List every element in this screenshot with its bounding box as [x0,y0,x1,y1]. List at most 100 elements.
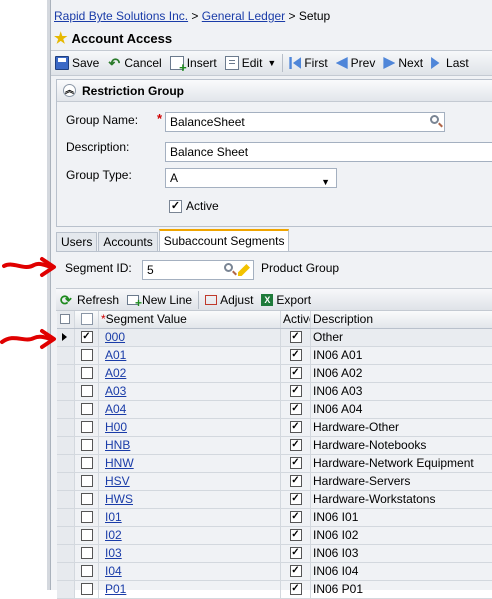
active-cell[interactable]: ✓ [281,563,311,580]
description-cell[interactable]: IN06 I04 [311,563,492,580]
row-select-checkbox[interactable] [80,529,93,541]
active-cell[interactable]: ✓ [281,401,311,418]
segment-value-link[interactable]: I02 [105,528,122,542]
row-select-checkbox[interactable] [80,547,93,559]
segment-value-link[interactable]: HNB [105,438,130,452]
segment-value-link[interactable]: I01 [105,510,122,524]
row-selector[interactable] [57,545,75,562]
description-cell[interactable]: Hardware-Network Equipment [311,455,492,472]
table-row[interactable]: A04 ✓ IN06 A04 [57,401,492,419]
last-button[interactable]: Last [427,52,473,74]
active-checkbox[interactable]: ✓ [289,547,302,559]
segment-value-cell[interactable]: 000 [99,329,281,346]
edit-button[interactable]: Edit ▼ [221,52,281,74]
row-selector[interactable] [57,527,75,544]
segment-value-link[interactable]: 000 [105,330,125,344]
table-row[interactable]: A01 ✓ IN06 A01 [57,347,492,365]
description-cell[interactable]: Hardware-Other [311,419,492,436]
segment-value-link[interactable]: P01 [105,582,126,596]
row-select-checkbox[interactable] [80,475,93,487]
description-cell[interactable]: IN06 A04 [311,401,492,418]
segment-value-cell[interactable]: A02 [99,365,281,382]
active-checkbox-group[interactable]: ✓ Active [169,199,219,213]
active-checkbox[interactable]: ✓ [289,583,302,595]
active-checkbox[interactable]: ✓ [289,331,302,343]
table-row[interactable]: A02 ✓ IN06 A02 [57,365,492,383]
active-cell[interactable]: ✓ [281,329,311,346]
table-row[interactable]: HNW ✓ Hardware-Network Equipment [57,455,492,473]
segment-value-cell[interactable]: A03 [99,383,281,400]
table-row[interactable]: A03 ✓ IN06 A03 [57,383,492,401]
segment-value-cell[interactable]: I02 [99,527,281,544]
row-select-cell[interactable] [75,509,99,526]
row-select-cell[interactable] [75,455,99,472]
row-selector[interactable] [57,563,75,580]
segment-value-cell[interactable]: HSV [99,473,281,490]
adjust-button[interactable]: Adjust [201,289,257,311]
row-select-checkbox[interactable] [80,457,93,469]
segment-value-link[interactable]: HNW [105,456,134,470]
row-select-checkbox[interactable] [80,493,93,505]
segment-value-cell[interactable]: A01 [99,347,281,364]
active-checkbox[interactable]: ✓ [289,421,302,433]
row-select-cell[interactable]: ✓ [75,329,99,346]
row-select-cell[interactable] [75,437,99,454]
search-icon[interactable] [430,115,439,124]
table-row[interactable]: HWS ✓ Hardware-Workstatons [57,491,492,509]
row-select-checkbox[interactable] [80,367,93,379]
select-all-header[interactable] [75,311,99,328]
row-select-cell[interactable] [75,383,99,400]
table-row[interactable]: I03 ✓ IN06 I03 [57,545,492,563]
table-row[interactable]: HNB ✓ Hardware-Notebooks [57,437,492,455]
row-selector[interactable] [57,401,75,418]
active-checkbox[interactable]: ✓ [289,349,302,361]
refresh-button[interactable]: ⟳ Refresh [56,289,123,311]
active-cell[interactable]: ✓ [281,347,311,364]
description-column-header[interactable]: Description [311,311,492,328]
active-cell[interactable]: ✓ [281,419,311,436]
active-checkbox[interactable]: ✓ [289,403,302,415]
segment-value-link[interactable]: HSV [105,474,130,488]
active-checkbox[interactable]: ✓ [289,439,302,451]
table-row[interactable]: H00 ✓ Hardware-Other [57,419,492,437]
new-line-button[interactable]: New Line [123,289,196,311]
row-selector[interactable] [57,437,75,454]
table-row[interactable]: ✓ 000 ✓ Other [57,329,492,347]
segment-value-cell[interactable]: I01 [99,509,281,526]
row-selector[interactable] [57,491,75,508]
segment-value-link[interactable]: HWS [105,492,133,506]
active-checkbox[interactable]: ✓ [169,199,182,213]
row-selector[interactable] [57,383,75,400]
description-cell[interactable]: IN06 I03 [311,545,492,562]
tab-accounts[interactable]: Accounts [98,232,158,252]
row-selector[interactable] [57,347,75,364]
active-cell[interactable]: ✓ [281,437,311,454]
description-cell[interactable]: IN06 A02 [311,365,492,382]
row-select-cell[interactable] [75,527,99,544]
active-checkbox[interactable]: ✓ [289,511,302,523]
breadcrumb-module-link[interactable]: General Ledger [202,9,285,23]
segment-value-link[interactable]: I03 [105,546,122,560]
export-button[interactable]: X Export [257,289,315,311]
row-select-cell[interactable] [75,347,99,364]
row-selector[interactable] [57,509,75,526]
active-checkbox[interactable]: ✓ [289,367,302,379]
segment-value-link[interactable]: A01 [105,348,126,362]
active-cell[interactable]: ✓ [281,383,311,400]
row-selector[interactable] [57,365,75,382]
prev-button[interactable]: Prev [332,52,380,74]
cancel-button[interactable]: ↶ Cancel [103,52,165,74]
edit-pencil-icon[interactable] [238,264,250,276]
row-select-checkbox[interactable] [80,403,93,415]
group-type-select[interactable]: A ▼ [165,168,337,188]
row-select-cell[interactable] [75,365,99,382]
row-select-checkbox[interactable] [80,421,93,433]
favorite-star-icon[interactable]: ★ [54,31,67,46]
table-row[interactable]: I04 ✓ IN06 I04 [57,563,492,581]
row-select-checkbox[interactable] [80,385,93,397]
row-select-checkbox[interactable]: ✓ [80,331,93,343]
segment-value-link[interactable]: A04 [105,402,126,416]
row-select-cell[interactable] [75,473,99,490]
row-selector-header[interactable] [57,311,75,328]
group-name-field[interactable]: BalanceSheet [165,112,445,132]
